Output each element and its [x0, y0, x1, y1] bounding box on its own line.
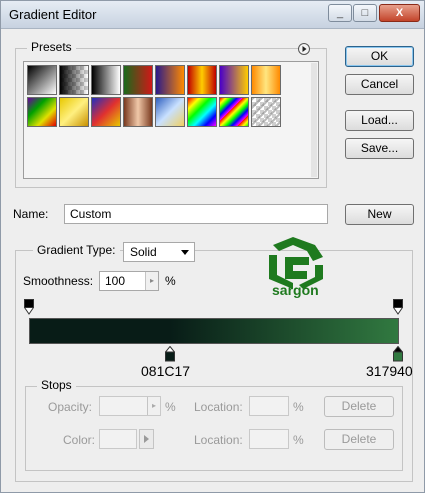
close-button[interactable]: X [379, 4, 420, 22]
preset-swatch[interactable] [251, 97, 281, 127]
preset-swatch[interactable] [187, 97, 217, 127]
sargon-emblem-icon [269, 237, 323, 289]
opacity-spin-icon[interactable]: ▸ [147, 397, 160, 415]
sargon-logo [263, 233, 329, 289]
logo-text: sargon [272, 282, 319, 298]
minimize-button[interactable]: _ [328, 4, 352, 22]
opacity-unit: % [165, 400, 176, 414]
preset-swatch[interactable] [91, 97, 121, 127]
color-stop-left-label: 081C17 [141, 363, 191, 379]
name-label: Name: [13, 207, 49, 221]
preset-swatch[interactable] [123, 97, 153, 127]
cancel-button[interactable]: Cancel [345, 74, 414, 95]
location-input-opacity[interactable] [249, 396, 289, 416]
save-button[interactable]: Save... [345, 138, 414, 159]
preset-swatch[interactable] [219, 65, 249, 95]
window-title: Gradient Editor [9, 7, 97, 22]
preset-swatch[interactable] [251, 65, 281, 95]
new-button[interactable]: New [345, 204, 414, 225]
stops-label: Stops [37, 378, 76, 392]
preset-swatch[interactable] [27, 97, 57, 127]
preset-swatch[interactable] [219, 97, 249, 127]
preset-swatch[interactable] [27, 65, 57, 95]
preset-swatch[interactable] [123, 65, 153, 95]
smoothness-input[interactable]: 100 ▸ [99, 271, 159, 291]
location-input-color[interactable] [249, 429, 289, 449]
preset-swatch[interactable] [59, 65, 89, 95]
gradient-type-select[interactable]: Solid [123, 242, 195, 262]
smoothness-value: 100 [105, 274, 126, 288]
name-input[interactable]: Custom [64, 204, 328, 224]
gradient-preview-bar[interactable] [29, 318, 399, 344]
gradient-type-value: Solid [130, 245, 157, 259]
preset-swatch[interactable] [187, 65, 217, 95]
title-bar[interactable]: Gradient Editor _ □ X [1, 1, 424, 29]
smoothness-label: Smoothness: [23, 274, 94, 288]
smoothness-unit: % [165, 274, 176, 288]
maximize-button[interactable]: □ [353, 4, 377, 22]
delete-opacity-stop-button[interactable]: Delete [324, 396, 394, 417]
opacity-stop-left[interactable] [23, 299, 35, 318]
presets-label: Presets [27, 40, 76, 54]
opacity-stop-right[interactable] [392, 299, 404, 318]
gradient-editor-window: Gradient Editor _ □ X Presets OK Cancel … [0, 0, 425, 493]
color-label: Color: [63, 433, 96, 447]
color-stop-right-label: 317940 [366, 363, 413, 379]
preset-swatch[interactable] [59, 97, 89, 127]
color-menu-icon[interactable] [139, 429, 154, 449]
location-label-opacity: Location: [194, 400, 243, 414]
load-button[interactable]: Load... [345, 110, 414, 131]
chevron-down-icon [181, 250, 189, 255]
opacity-input[interactable]: ▸ [99, 396, 161, 416]
location-unit-color: % [293, 433, 304, 447]
color-swatch-input[interactable] [99, 429, 137, 449]
opacity-label: Opacity: [48, 400, 93, 414]
smoothness-spin-icon[interactable]: ▸ [145, 272, 158, 290]
presets-menu-icon[interactable] [298, 43, 310, 55]
location-unit-opacity: % [293, 400, 304, 414]
preset-swatch[interactable] [91, 65, 121, 95]
ok-button[interactable]: OK [345, 46, 414, 67]
gradient-type-label: Gradient Type: [33, 243, 120, 257]
presets-grid [23, 61, 319, 179]
location-label-color: Location: [194, 433, 243, 447]
delete-color-stop-button[interactable]: Delete [324, 429, 394, 450]
preset-swatch[interactable] [155, 97, 185, 127]
preset-swatch[interactable] [155, 65, 185, 95]
presets-scrollbar[interactable] [311, 63, 317, 177]
